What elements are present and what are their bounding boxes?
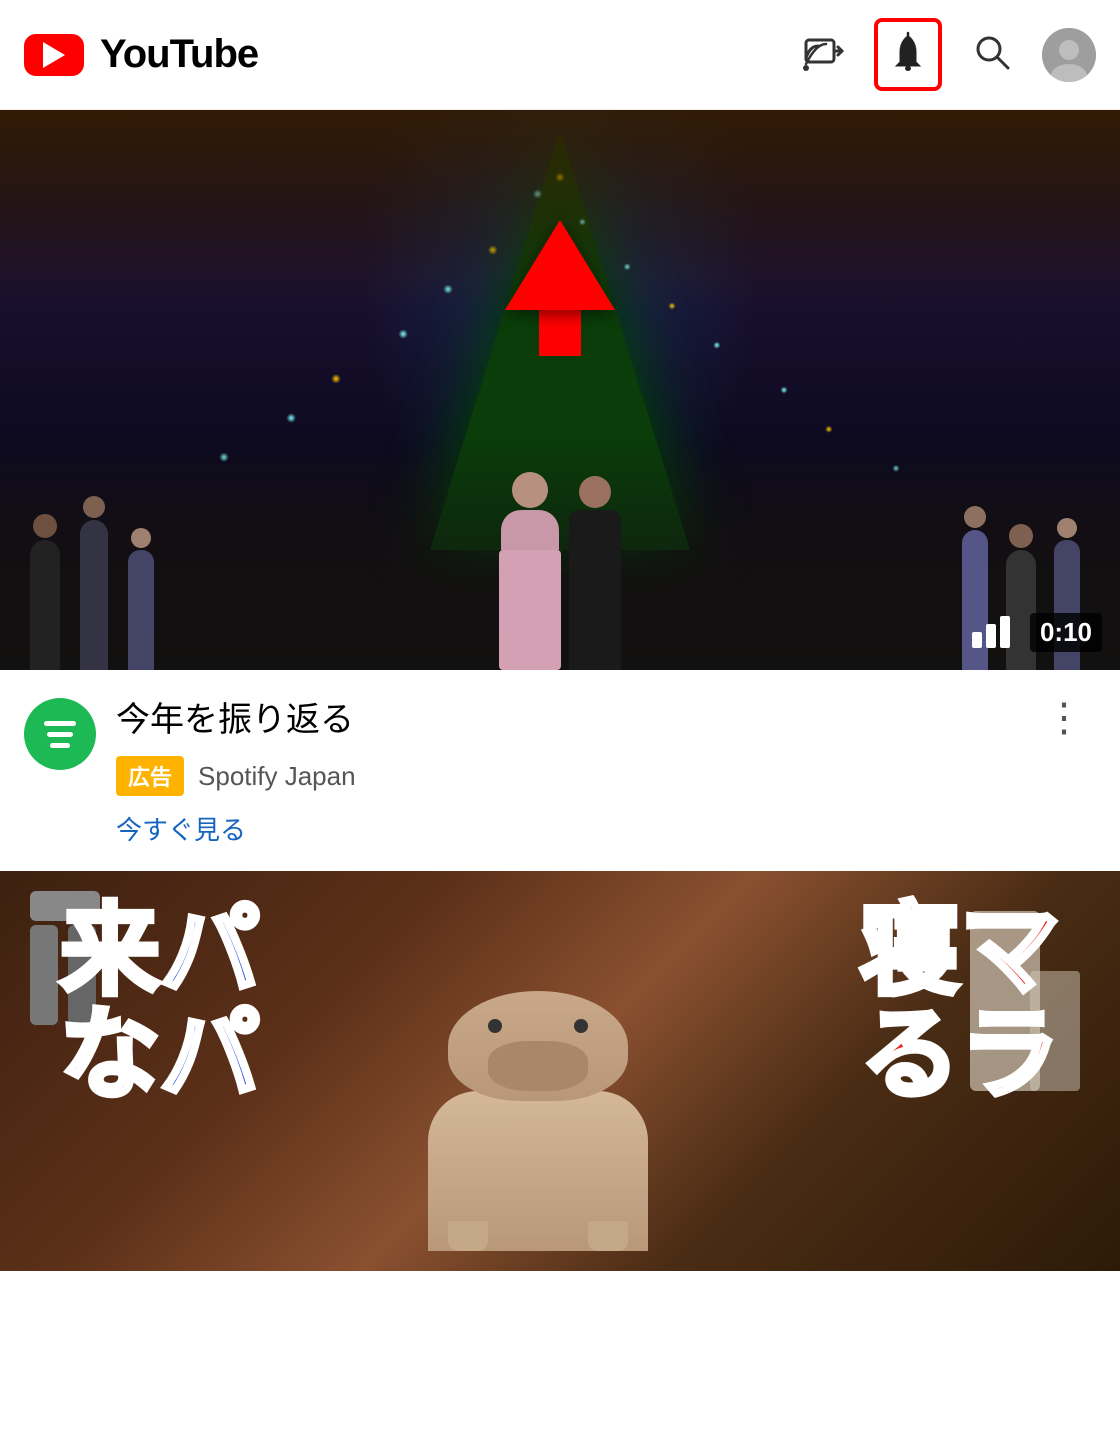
avatar-icon[interactable] xyxy=(1042,28,1096,82)
app-title: YouTube xyxy=(100,32,258,77)
jp-text-ru: るラ xyxy=(860,1005,1060,1105)
video-title[interactable]: 今年を振り返る xyxy=(116,698,1014,742)
cast-icon[interactable] xyxy=(802,30,846,79)
quality-bar-3 xyxy=(1000,616,1010,648)
quality-bar-1 xyxy=(972,632,982,648)
red-arrow-indicator xyxy=(505,220,615,356)
spotify-line-1 xyxy=(44,721,76,726)
jp-text-na: なパ xyxy=(60,1005,260,1105)
jp-text-kuru: 来パ xyxy=(60,901,260,1001)
ad-badge: 広告 xyxy=(116,756,184,796)
channel-line: 広告 Spotify Japan xyxy=(116,756,1014,796)
channel-avatar[interactable] xyxy=(24,698,96,770)
youtube-logo-icon[interactable] xyxy=(24,34,84,76)
header-actions xyxy=(802,18,1096,91)
channel-name[interactable]: Spotify Japan xyxy=(198,761,356,792)
people-area xyxy=(0,430,1120,670)
app-header: YouTube xyxy=(0,0,1120,110)
bulldog xyxy=(428,1091,648,1251)
video-thumbnail-1[interactable]: 0:10 xyxy=(0,110,1120,670)
notification-bell-wrapper[interactable] xyxy=(874,18,942,91)
video-meta: 今年を振り返る 広告 Spotify Japan 今すぐ見る xyxy=(116,698,1014,847)
bell-icon[interactable] xyxy=(886,30,930,79)
spotify-line-2 xyxy=(47,732,73,737)
cta-link[interactable]: 今すぐ見る xyxy=(116,810,1014,847)
jp-text-neru: 寝マ xyxy=(860,901,1060,1001)
jp-text-left: 来パ なパ xyxy=(60,901,260,1105)
spotify-logo xyxy=(44,721,76,748)
video-background xyxy=(0,110,1120,670)
second-video-background: 来パ なパ 寝マ るラ xyxy=(0,871,1120,1271)
more-options-button[interactable]: ⋮ xyxy=(1034,698,1096,738)
quality-bars xyxy=(972,616,1010,648)
jp-text-right: 寝マ るラ xyxy=(860,901,1060,1105)
video-duration: 0:10 xyxy=(1030,613,1102,652)
video-thumbnail-2[interactable]: 来パ なパ 寝マ るラ xyxy=(0,871,1120,1271)
spotify-line-3 xyxy=(50,743,70,748)
search-icon[interactable] xyxy=(970,30,1014,79)
quality-bar-2 xyxy=(986,624,996,648)
logo-area: YouTube xyxy=(24,32,258,77)
video-info-section: 今年を振り返る 広告 Spotify Japan 今すぐ見る ⋮ xyxy=(0,670,1120,871)
